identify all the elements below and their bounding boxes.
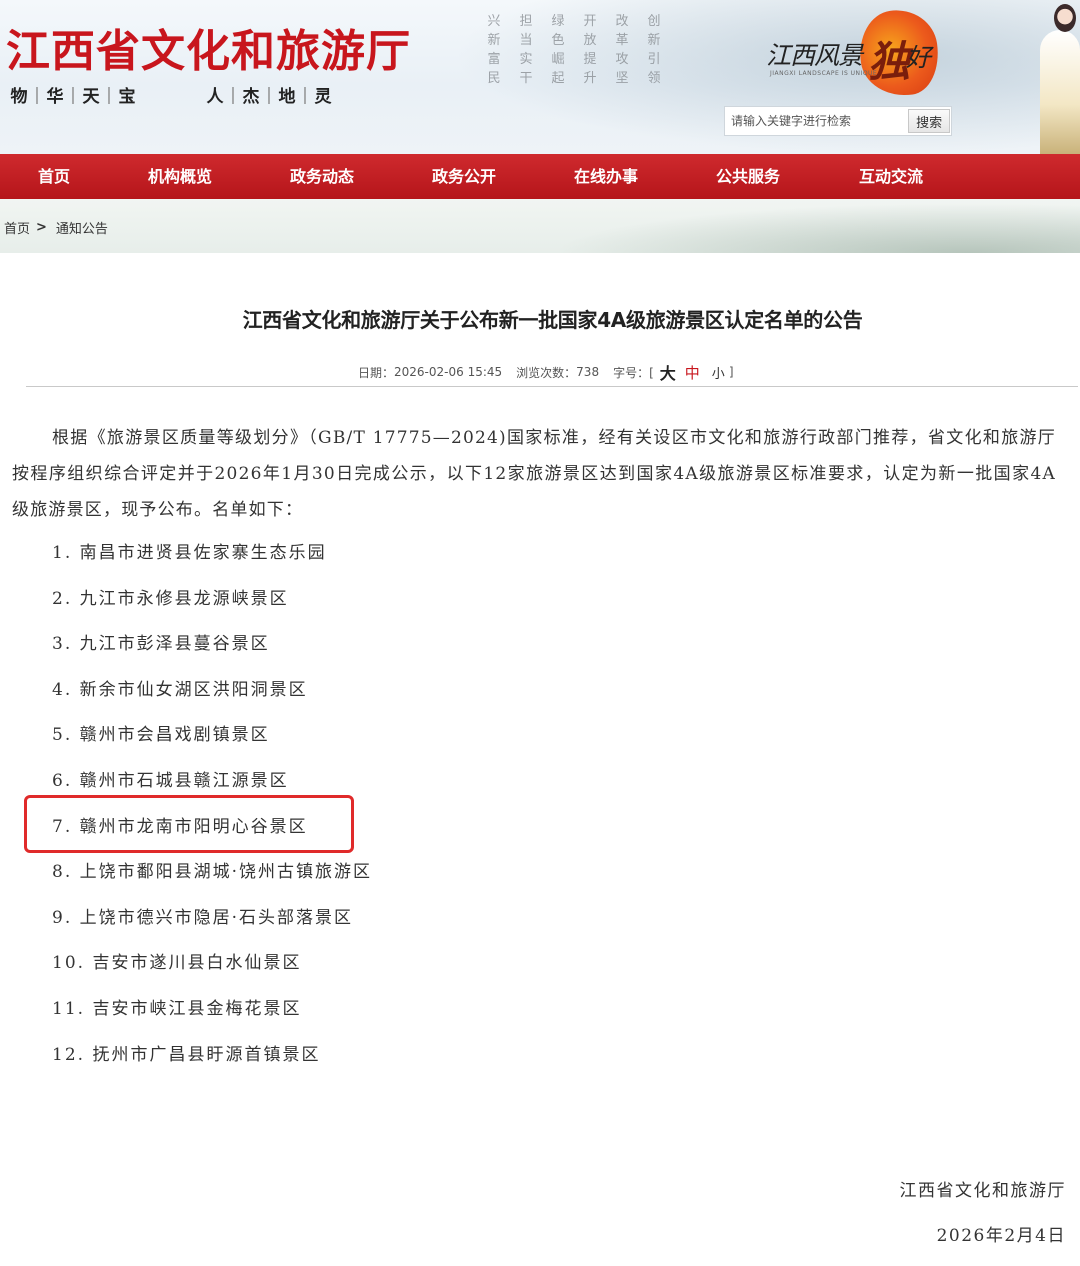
font-size-bracket: ] [728,365,734,379]
nav-item-government-disclosure[interactable]: 政务公开 [432,154,496,199]
list-item: 3. 九江市彭泽县蔓谷景区 [52,634,270,655]
article-body: 根据《旅游景区质量等级划分》（GB/T 17775—2024)国家标准，经有关设… [12,420,1056,528]
site-title[interactable]: 江西省文化和旅游厅 [6,26,411,78]
article-meta: 日期： 2026-02-06 15:45 浏览次数： 738 字号：[ 大 中 … [358,360,734,384]
title-divider [26,386,1078,387]
font-size-small-button[interactable]: 小 [712,363,725,382]
list-item: 4. 新余市仙女湖区洪阳洞景区 [52,679,308,700]
poem-char: 实 [519,52,533,67]
intro-paragraph: 根据《旅游景区质量等级划分》（GB/T 17775—2024)国家标准，经有关设… [12,428,1056,520]
nav-item-public-services[interactable]: 公共服务 [716,154,780,199]
slogan-char: 人 [206,87,224,107]
search-button[interactable]: 搜索 [908,109,950,133]
font-size-label: 字号：[ [613,365,654,380]
poem-char: 改 [615,14,629,29]
slogan-char: 灵 [314,87,332,107]
poem-char: 当 [519,33,533,48]
site-header: 江西省文化和旅游厅 物 | 华 | 天 | 宝 人 | 杰 | 地 | 灵 兴 … [0,0,1080,154]
slogan-separator: | [266,84,272,105]
logo-subtitle: JIANGXI LANDSCAPE IS UNIQUE [770,70,878,77]
slogan-char: 天 [82,87,100,107]
signature-block: 江西省文化和旅游厅 2026年2月4日 [900,1176,1067,1266]
poem-char: 新 [647,33,661,48]
poem-char: 坚 [615,71,629,86]
breadcrumb: 首页 > 通知公告 [4,218,108,237]
slogan-separator: | [302,84,308,105]
breadcrumb-current-link[interactable]: 通知公告 [56,218,108,237]
signature-date: 2026年2月4日 [936,1226,1066,1246]
poem-char: 新 [487,33,501,48]
poem-char: 领 [647,71,661,86]
poem-char: 绿 [551,14,565,29]
nav-item-online-services[interactable]: 在线办事 [574,154,638,199]
breadcrumb-separator: > [36,220,47,235]
slogan-char: 地 [278,87,296,107]
poem-char: 色 [551,33,565,48]
logo-text-left: 江西风景 [766,41,863,70]
poem-char: 创 [647,14,661,29]
breadcrumb-banner [0,199,1080,253]
list-item: 12. 抚州市广昌县盱源首镇景区 [52,1044,321,1065]
signature-org: 江西省文化和旅游厅 [899,1181,1066,1201]
font-size-large-button[interactable]: 大 [660,360,676,384]
views-value: 738 [576,365,600,379]
poem-char: 升 [583,71,597,86]
poem-char: 兴 [487,14,501,29]
nav-item-government-news[interactable]: 政务动态 [290,154,354,199]
poem-char: 革 [615,33,629,48]
nav-item-home[interactable]: 首页 [38,154,70,199]
main-nav: 首页 机构概览 政务动态 政务公开 在线办事 公共服务 互动交流 [0,154,1080,199]
slogan-separator: | [34,84,40,105]
list-item: 9. 上饶市德兴市隐居·石头部落景区 [52,907,354,928]
list-item: 10. 吉安市遂川县白水仙景区 [52,953,302,974]
slogan-separator: | [70,84,76,105]
site-slogan: 物 | 华 | 天 | 宝 人 | 杰 | 地 | 灵 [8,82,334,108]
list-item: 8. 上饶市鄱阳县湖城·饶州古镇旅游区 [52,862,373,883]
poem-char: 引 [647,52,661,67]
poem-char: 民 [487,71,501,86]
red-highlight-box [24,795,354,853]
list-item: 5. 赣州市会昌戏剧镇景区 [52,725,270,746]
views-label: 浏览次数： [516,365,577,380]
slogan-char: 华 [46,87,64,107]
slogan-separator: | [106,84,112,105]
poem-char: 起 [551,71,565,86]
poem-char: 提 [583,52,597,67]
slogan-char: 宝 [118,87,136,107]
search-input[interactable] [725,107,907,135]
list-item: 1. 南昌市进贤县佐家寨生态乐园 [52,543,327,563]
logo-highlight-char: 独 [868,37,911,86]
header-poem-watermark: 兴 担 绿 开 改 创 新 当 色 放 革 新 富 实 崛 提 攻 引 民 干 … [478,10,668,90]
poem-char: 攻 [615,52,629,67]
poem-char: 富 [487,52,501,67]
poem-char: 崛 [551,52,565,67]
font-size-medium-button[interactable]: 中 [685,362,700,383]
poem-char: 干 [519,71,533,86]
opera-figure-image [1038,0,1080,154]
list-item: 2. 九江市永修县龙源峡景区 [52,588,289,609]
date-label: 日期： [358,365,395,380]
poem-char: 开 [583,14,597,29]
slogan-char: 物 [10,87,28,107]
breadcrumb-home-link[interactable]: 首页 [4,218,30,237]
nav-item-organization[interactable]: 机构概览 [148,154,212,199]
slogan-separator: | [230,84,236,105]
opera-figure-robe [1040,30,1080,154]
slogan-char: 杰 [242,87,260,107]
list-item: 11. 吉安市峡江县金梅花景区 [52,998,302,1019]
article-title: 江西省文化和旅游厅关于公布新一批国家4A级旅游景区认定名单的公告 [242,308,863,332]
jiangxi-scenery-logo: 江西风景 独 好 JIANGXI LANDSCAPE IS UNIQUE [766,4,956,102]
poem-char: 放 [583,33,597,48]
search-box: 搜索 [724,106,952,136]
nav-item-interaction[interactable]: 互动交流 [859,154,923,199]
poem-char: 担 [519,14,533,29]
banner-landscape-background [520,199,1080,253]
date-value: 2026-02-06 15:45 [394,365,503,379]
logo-text-right: 好 [906,43,932,72]
opera-figure-head [1054,4,1076,32]
